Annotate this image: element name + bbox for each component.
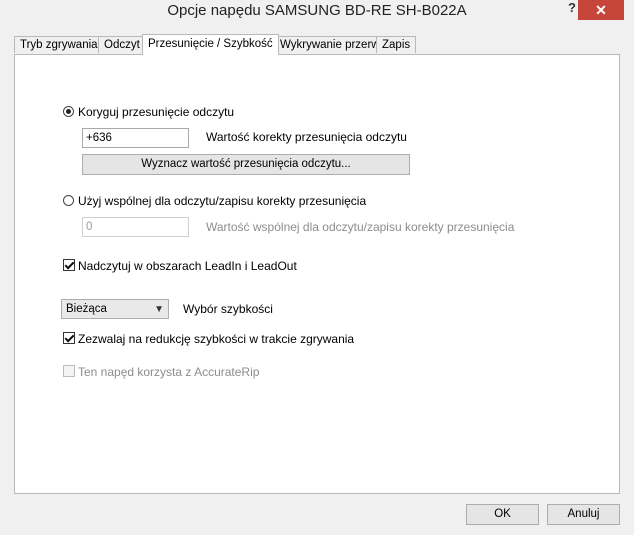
- close-icon: ✕: [595, 2, 607, 18]
- accuraterip-label: Ten napęd korzysta z AccurateRip: [78, 365, 260, 379]
- window-title: Opcje napędu SAMSUNG BD-RE SH-B022A: [167, 2, 467, 19]
- tab-offset-speed[interactable]: Przesunięcie / Szybkość: [142, 34, 279, 55]
- offset-value-field[interactable]: +636: [82, 128, 189, 148]
- tab-read[interactable]: Odczyt: [98, 36, 146, 53]
- overread-checkbox[interactable]: [63, 259, 75, 271]
- speed-select[interactable]: Bieżąca ▼: [61, 299, 169, 319]
- title-bar: Opcje napędu SAMSUNG BD-RE SH-B022A ? ✕: [0, 0, 634, 30]
- offset-value-label: Wartość korekty przesunięcia odczytu: [206, 130, 407, 144]
- tab-write[interactable]: Zapis: [376, 36, 417, 53]
- speed-reduction-checkbox[interactable]: [63, 332, 75, 344]
- common-offset-value-label: Wartość wspólnej dla odczytu/zapisu kore…: [206, 220, 515, 234]
- chevron-down-icon: ▼: [154, 304, 164, 315]
- tab-rip-mode[interactable]: Tryb zgrywania: [14, 36, 104, 53]
- tab-gap-detection[interactable]: Wykrywanie przerw: [274, 36, 386, 53]
- common-offset-label: Użyj wspólnej dla odczytu/zapisu korekty…: [78, 194, 367, 208]
- speed-select-value: Bieżąca: [66, 303, 107, 315]
- cancel-button[interactable]: Anuluj: [547, 504, 620, 525]
- overread-label: Nadczytuj w obszarach LeadIn i LeadOut: [78, 259, 297, 273]
- accuraterip-checkbox[interactable]: [63, 365, 75, 377]
- speed-reduction-label: Zezwalaj na redukcję szybkości w trakcie…: [78, 332, 355, 346]
- correct-offset-radio[interactable]: [63, 106, 74, 117]
- detect-offset-button[interactable]: Wyznacz wartość przesunięcia odczytu...: [82, 154, 410, 175]
- tab-panel: Koryguj przesunięcie odczytu +636 Wartoś…: [14, 54, 620, 494]
- close-button[interactable]: ✕: [578, 0, 624, 20]
- speed-label: Wybór szybkości: [183, 302, 273, 316]
- ok-button[interactable]: OK: [466, 504, 539, 525]
- correct-offset-label: Koryguj przesunięcie odczytu: [78, 105, 235, 119]
- common-offset-radio[interactable]: [63, 195, 74, 206]
- common-offset-field[interactable]: 0: [82, 217, 189, 237]
